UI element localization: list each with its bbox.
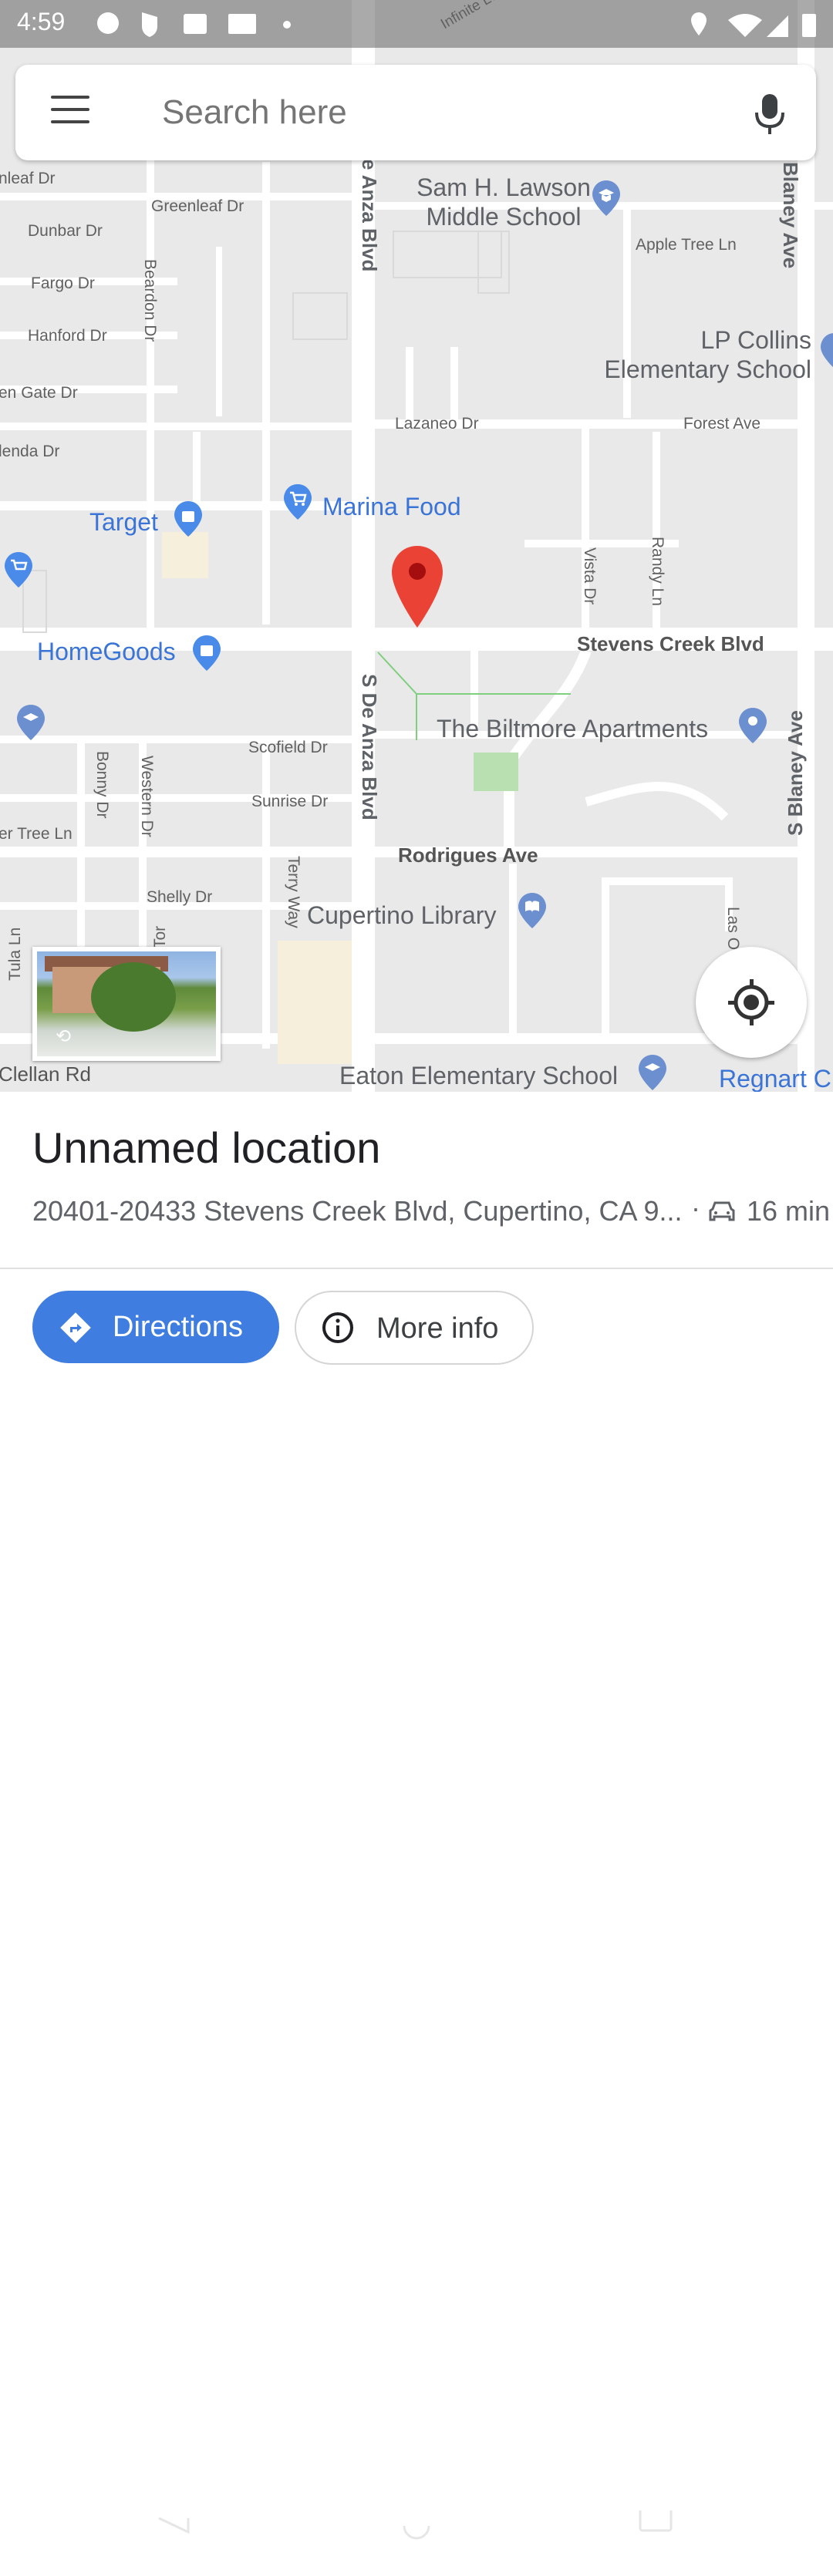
grocery-icon[interactable] — [282, 483, 313, 521]
street-label: Dunbar Dr — [28, 222, 103, 240]
grocery-icon[interactable] — [3, 551, 34, 589]
microphone-icon[interactable] — [753, 93, 787, 136]
poi-label-line: Sam H. Lawson — [416, 173, 591, 201]
map-view[interactable]: 4:59 nleaf Dr Greenleaf Dr Dunbar Dr Far… — [0, 0, 833, 1092]
nav-buttons — [158, 2501, 673, 2540]
crosshair-icon — [728, 979, 774, 1025]
street-label: Hanford Dr — [28, 327, 107, 345]
menu-icon[interactable] — [51, 96, 89, 126]
poi-label-line: Middle School — [426, 203, 582, 231]
street-label: Blaney Ave — [779, 162, 802, 269]
street-label: Clellan Rd — [0, 1062, 91, 1086]
rotate-360-icon: ⟲ — [56, 1026, 72, 1047]
system-icons — [691, 12, 816, 37]
place-address: 20401-20433 Stevens Creek Blvd, Cupertin… — [32, 1195, 683, 1227]
street-label: Stevens Creek Blvd — [577, 632, 764, 655]
street-label: Shelly Dr — [147, 888, 213, 906]
directions-label: Directions — [113, 1311, 243, 1343]
poi-label-biltmore[interactable]: The Biltmore Apartments — [437, 714, 708, 743]
navigation-bar — [0, 2501, 833, 2572]
street-label: en Gate Dr — [0, 384, 78, 402]
street-view-image: ⟲ — [37, 951, 216, 1056]
location-pin-icon[interactable] — [390, 544, 444, 629]
poi-label-eaton-school[interactable]: Eaton Elementary School — [339, 1061, 618, 1090]
street-label: Las O — [724, 907, 742, 951]
place-sheet[interactable]: Unnamed location 20401-20433 Stevens Cre… — [0, 1092, 833, 2540]
street-label: Tula Ln — [6, 927, 24, 981]
street-label: Lazaneo Dr — [395, 415, 479, 433]
street-label: Randy Ln — [649, 537, 666, 606]
divider — [0, 1268, 833, 1269]
search-input[interactable] — [160, 86, 703, 139]
poi-label-sam-lawson[interactable]: Sam H. Lawson Middle School — [400, 173, 608, 232]
street-label: Beardon Dr — [141, 259, 159, 342]
school-icon[interactable] — [15, 703, 46, 742]
poi-label-marina-food[interactable]: Marina Food — [322, 492, 461, 521]
school-icon[interactable] — [637, 1053, 668, 1092]
street-label: e Anza Blvd — [358, 159, 381, 272]
info-icon — [322, 1312, 353, 1343]
school-icon[interactable] — [819, 332, 833, 370]
place-title: Unnamed location — [32, 1123, 381, 1172]
poi-label-target[interactable]: Target — [89, 507, 158, 537]
school-icon[interactable] — [591, 179, 622, 217]
street-view-thumbnail[interactable]: ⟲ — [32, 947, 221, 1061]
poi-label-line: LP Collins — [700, 326, 811, 354]
more-info-label: More info — [376, 1312, 499, 1345]
directions-icon — [60, 1312, 91, 1343]
search-card[interactable] — [15, 65, 816, 160]
street-label: Greenleaf Dr — [151, 197, 245, 215]
separator-dot: · — [691, 1192, 700, 1224]
poi-label-line: Elementary School — [604, 355, 811, 384]
notification-icons — [97, 12, 291, 37]
street-label: S De Anza Blvd — [358, 674, 381, 820]
street-label: Vista Dr — [581, 547, 599, 605]
place-icon[interactable] — [737, 706, 768, 745]
my-location-button[interactable] — [696, 947, 807, 1058]
status-bar: 4:59 — [0, 0, 833, 48]
poi-label-lp-collins[interactable]: LP Collins Elementary School — [588, 325, 811, 385]
status-time: 4:59 — [17, 8, 66, 35]
recents-icon — [639, 2501, 673, 2532]
drive-time: 16 min — [747, 1195, 831, 1227]
more-info-button[interactable]: More info — [295, 1291, 534, 1365]
street-label: Western Dr — [138, 756, 156, 837]
back-icon — [158, 2517, 190, 2534]
street-label: Terry Way — [285, 856, 302, 928]
street-label: er Tree Ln — [0, 825, 73, 843]
library-icon[interactable] — [517, 891, 548, 930]
street-label: Scofield Dr — [248, 739, 328, 756]
street-label: Sunrise Dr — [251, 793, 329, 810]
street-label: Rodrigues Ave — [398, 844, 538, 867]
home-icon — [403, 2525, 430, 2540]
poi-label-regnart[interactable]: Regnart C — [719, 1064, 831, 1092]
street-label: Tor — [151, 925, 169, 948]
street-label: Apple Tree Ln — [636, 236, 737, 254]
shopping-bag-icon[interactable] — [173, 500, 204, 538]
car-icon — [709, 1201, 735, 1221]
street-label: Fargo Dr — [31, 274, 95, 292]
street-label: Forest Ave — [683, 415, 760, 433]
poi-label-homegoods[interactable]: HomeGoods — [37, 637, 176, 666]
shopping-bag-icon[interactable] — [191, 634, 222, 672]
street-label: Bonny Dr — [93, 751, 111, 819]
street-label: S Blaney Ave — [784, 710, 807, 836]
street-label: lenda Dr — [0, 443, 60, 460]
directions-button[interactable]: Directions — [32, 1291, 279, 1363]
street-label: nleaf Dr — [0, 170, 56, 187]
poi-label-cupertino-library[interactable]: Cupertino Library — [307, 901, 496, 930]
